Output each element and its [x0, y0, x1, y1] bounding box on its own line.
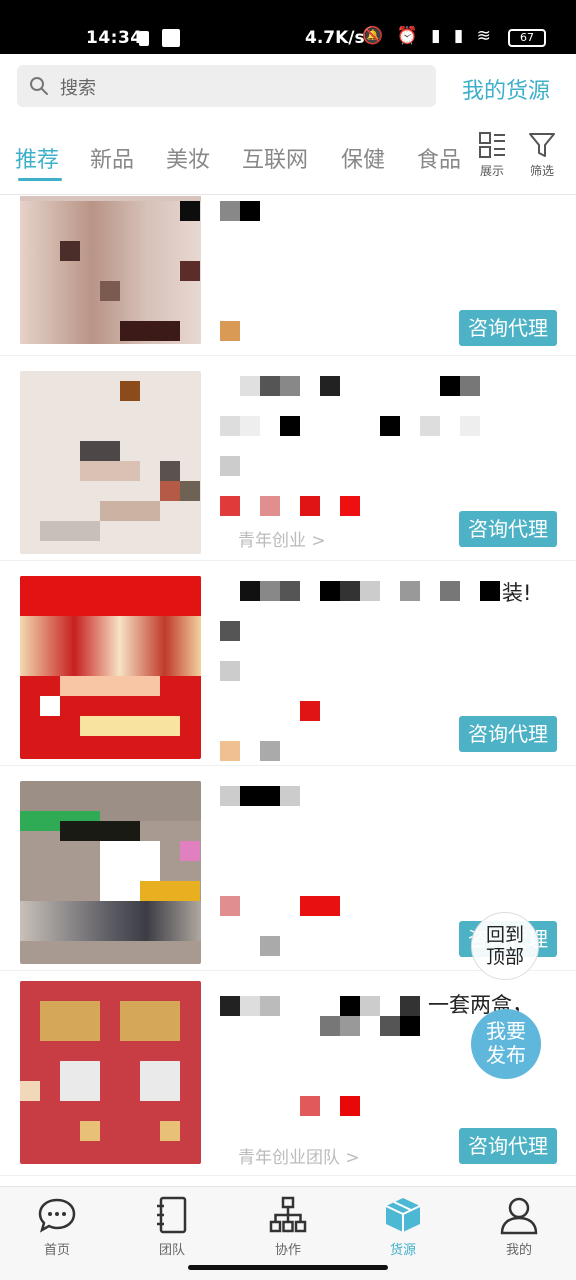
team-tag: 青年创业 > — [238, 531, 326, 551]
nav-home-label: 首页 — [43, 1243, 70, 1258]
product-image — [20, 781, 201, 964]
status-icons: 🔕 ⏰ ▮ ▮ ≋ — [362, 26, 495, 46]
tab-new[interactable]: 新品 — [90, 142, 134, 174]
display-toggle-button[interactable]: 展示 — [472, 130, 512, 179]
nav-team-label: 团队 — [158, 1243, 185, 1258]
nav-mine-label: 我的 — [505, 1243, 532, 1258]
list-item[interactable]: 咨询代理 — [0, 196, 576, 356]
nav-source[interactable]: 货源 — [358, 1195, 448, 1258]
consult-agent-button[interactable]: 咨询代理 — [459, 511, 557, 547]
item-title-tail: 装! — [502, 581, 532, 605]
search-icon — [30, 77, 48, 95]
chat-icon — [38, 1198, 76, 1233]
product-image — [20, 371, 201, 554]
header-divider — [0, 194, 576, 195]
nav-mine[interactable]: 我的 — [474, 1195, 564, 1258]
product-image — [20, 981, 201, 1164]
consult-agent-button[interactable]: 咨询代理 — [459, 310, 557, 346]
list-item[interactable]: 装! 咨询代理 — [0, 566, 576, 766]
my-source-link[interactable]: 我的货源 — [462, 73, 550, 105]
publish-line1: 我要 — [486, 1019, 526, 1043]
status-bar: 14:34 4.7K/s 🔕 ⏰ ▮ ▮ ≋ 67 — [0, 0, 576, 54]
filter-button[interactable]: 筛选 — [522, 130, 562, 179]
product-image — [20, 576, 201, 759]
tab-beauty[interactable]: 美妆 — [166, 142, 210, 174]
notebook-icon — [157, 1196, 187, 1234]
publish-button[interactable]: 我要 发布 — [471, 1009, 541, 1079]
filter-label: 筛选 — [529, 164, 554, 178]
nav-team[interactable]: 团队 — [127, 1195, 217, 1258]
tab-recommend[interactable]: 推荐 — [15, 142, 59, 174]
nav-source-label: 货源 — [389, 1243, 416, 1258]
publish-line2: 发布 — [486, 1043, 526, 1067]
status-time: 14:34 — [86, 28, 143, 48]
tab-health[interactable]: 保健 — [341, 142, 385, 174]
team-tag: 青年创业团队 > — [238, 1148, 360, 1168]
tab-underline — [18, 178, 62, 181]
battery-small-icon — [139, 31, 149, 46]
nav-collab[interactable]: 协作 — [243, 1195, 333, 1258]
battery-icon: 67 — [508, 29, 546, 47]
user-icon — [500, 1197, 538, 1235]
network-speed: 4.7K/s — [305, 28, 365, 48]
search-placeholder: 搜索 — [60, 78, 96, 99]
home-indicator — [188, 1265, 388, 1270]
back-top-line1: 回到 — [485, 924, 524, 946]
org-chart-icon — [269, 1196, 307, 1233]
box-icon — [385, 1198, 421, 1232]
grid-list-icon — [479, 132, 505, 158]
consult-agent-button[interactable]: 咨询代理 — [459, 1128, 557, 1164]
notification-icon — [162, 29, 180, 47]
nav-home[interactable]: 首页 — [12, 1195, 102, 1258]
product-image — [20, 196, 201, 344]
search-input[interactable]: 搜索 — [17, 65, 436, 107]
back-top-line2: 顶部 — [485, 946, 524, 968]
nav-collab-label: 协作 — [274, 1243, 301, 1258]
consult-agent-button[interactable]: 咨询代理 — [459, 716, 557, 752]
back-to-top-button[interactable]: 回到 顶部 — [471, 912, 539, 980]
category-tabs: 推荐 新品 美妆 互联网 保健 食品 展示 筛选 — [0, 130, 576, 188]
filter-icon — [529, 133, 555, 157]
tab-food[interactable]: 食品 — [417, 142, 461, 174]
list-item[interactable]: 一套两盒， 青年创业团队 > 咨询代理 — [0, 976, 576, 1176]
tab-internet[interactable]: 互联网 — [242, 142, 308, 174]
list-item[interactable]: 青年创业 > 咨询代理 — [0, 361, 576, 561]
display-label: 展示 — [479, 164, 504, 178]
